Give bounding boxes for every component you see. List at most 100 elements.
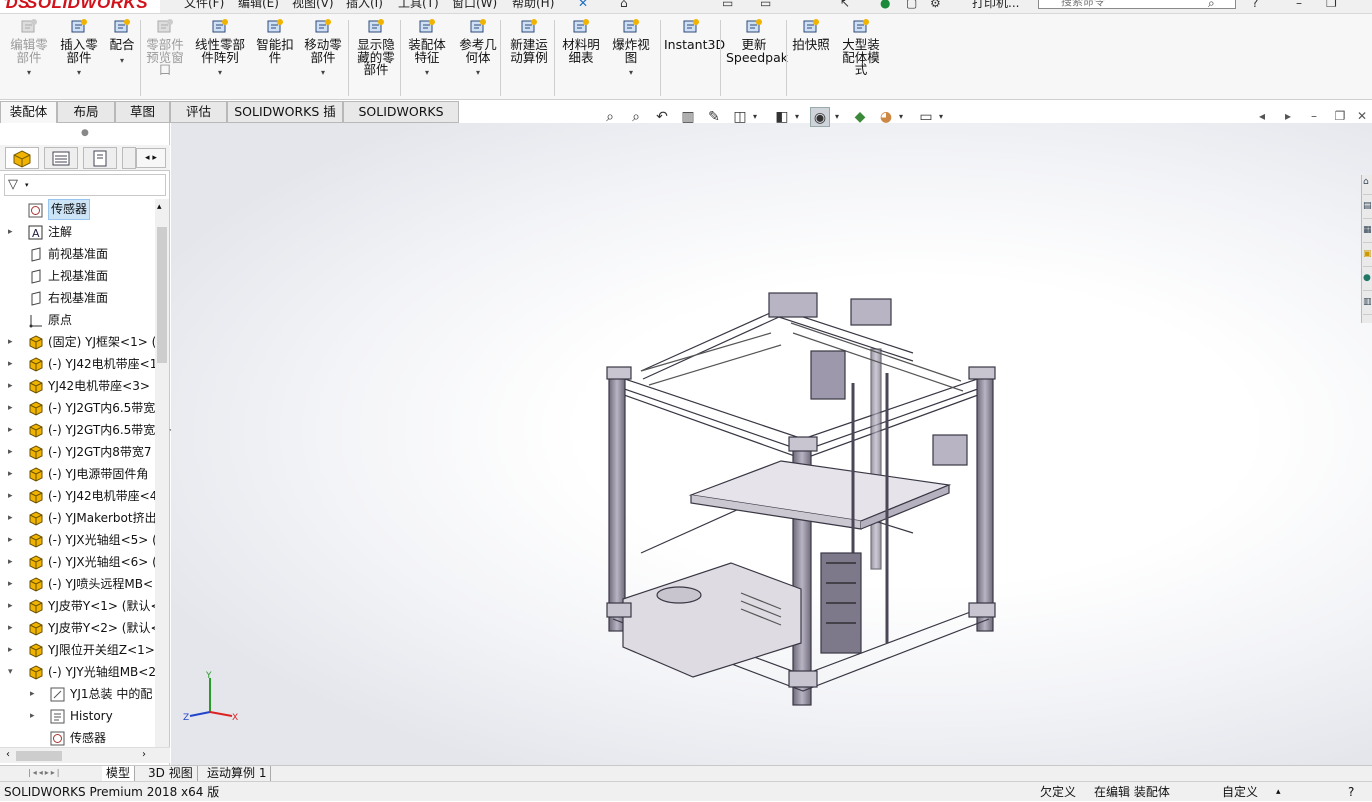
expand-toggle-icon[interactable]: ▸ <box>8 463 16 485</box>
pin-icon[interactable]: ✕ <box>578 0 588 10</box>
scroll-right-icon[interactable]: › <box>142 749 146 760</box>
tree-item[interactable]: ▸ YJ限位开关组Z<1> <box>0 639 156 661</box>
tab-sketch[interactable]: 草图 <box>115 101 170 123</box>
view-orientation-icon[interactable]: ◫ <box>730 107 750 127</box>
tree-item[interactable]: 右视基准面 <box>0 287 156 309</box>
tab-solidworks-mbd[interactable]: SOLIDWORKS MBD <box>343 101 459 139</box>
view-palette-icon[interactable]: ▣ <box>1363 249 1372 267</box>
tab-scroll-arrows[interactable]: ◂ ▸ <box>136 148 166 168</box>
expand-toggle-icon[interactable]: ▸ <box>8 595 16 617</box>
display-style-dropdown-icon[interactable]: ▾ <box>792 107 802 127</box>
tree-item[interactable]: ▸ (-) YJ电源带固件角 <box>0 463 156 485</box>
custom-properties-icon[interactable]: ▥ <box>1363 297 1372 315</box>
dynamic-annotation-icon[interactable]: ✎ <box>704 107 724 127</box>
ribbon-button-exploded-view[interactable]: 爆炸视 图 ▾ <box>608 18 654 80</box>
expand-toggle-icon[interactable]: ▸ <box>8 551 16 573</box>
chevron-down-icon[interactable]: ▾ <box>608 67 654 80</box>
search-commands-input[interactable]: 搜索命令 <box>1038 0 1236 9</box>
viewport-minimize-icon[interactable]: – <box>1306 108 1322 124</box>
ribbon-button-instant3d[interactable]: Instant3D <box>664 18 725 52</box>
help-status-icon[interactable]: ? <box>1348 782 1354 802</box>
design-library-icon[interactable]: ▤ <box>1363 201 1372 219</box>
expand-toggle-icon[interactable]: ▸ <box>8 221 16 243</box>
menu-insert[interactable]: 插入(I) <box>346 0 383 11</box>
tree-vertical-scrollbar[interactable]: ▴ <box>155 199 169 753</box>
expand-toggle-icon[interactable]: ▸ <box>8 441 16 463</box>
tree-item[interactable]: 传感器 <box>0 199 156 221</box>
menu-edit[interactable]: 编辑(E) <box>238 0 279 11</box>
tree-item[interactable]: ▸ (-) YJMakerbot挤出 <box>0 507 156 529</box>
zoom-to-fit-icon[interactable]: ⌕ <box>600 107 620 127</box>
ribbon-button-linear-pattern[interactable]: 线性零部 件阵列 ▾ <box>190 18 250 80</box>
tree-item[interactable]: ▸ (-) YJ2GT内8带宽7 <box>0 441 156 463</box>
expand-toggle-icon[interactable]: ▾ <box>8 661 16 683</box>
scroll-left-icon[interactable]: ‹ <box>6 749 10 760</box>
chevron-down-icon[interactable]: ▾ <box>454 67 502 80</box>
previous-view-icon[interactable]: ↶ <box>652 107 672 127</box>
ribbon-button-insert-component[interactable]: 插入零 部件 ▾ <box>56 18 102 80</box>
ribbon-button-show-hidden[interactable]: 显示隐 藏的零 部件 <box>354 18 398 77</box>
expand-toggle-icon[interactable]: ▸ <box>8 573 16 595</box>
chevron-down-icon[interactable]: ▾ <box>56 67 102 80</box>
ribbon-button-reference-geometry[interactable]: 参考几 何体 ▾ <box>454 18 502 80</box>
restore-icon[interactable]: ❐ <box>1326 0 1337 10</box>
tree-item[interactable]: ▾ (-) YJY光轴组MB<2 <box>0 661 156 683</box>
scroll-up-icon[interactable]: ▴ <box>157 202 162 212</box>
filter-funnel-icon[interactable]: ▽ <box>8 177 18 192</box>
units-dropdown-icon[interactable]: ▴ <box>1276 782 1281 802</box>
help-icon[interactable]: ? <box>1252 0 1258 10</box>
viewport-left-arrow-icon[interactable]: ◂ <box>1254 108 1270 124</box>
expand-toggle-icon[interactable]: ▸ <box>8 485 16 507</box>
ribbon-button-edit-component[interactable]: 编辑零 部件 ▾ <box>6 18 52 80</box>
ribbon-button-mate[interactable]: 配合 ▾ <box>106 18 138 67</box>
chevron-down-icon[interactable]: ▾ <box>106 55 138 68</box>
tree-item[interactable]: ▸ YJ皮带Y<1> (默认< <box>0 595 156 617</box>
tree-item[interactable]: 原点 <box>0 309 156 331</box>
graphics-area[interactable] <box>171 123 1372 765</box>
ribbon-button-move-component[interactable]: 移动零 部件 ▾ <box>300 18 346 80</box>
hide-show-dropdown-icon[interactable]: ▾ <box>832 107 842 127</box>
ribbon-button-update-speedpak[interactable]: 更新 Speedpak <box>726 18 788 64</box>
home-icon[interactable]: ⌂ <box>620 0 628 10</box>
ribbon-button-component-preview[interactable]: 零部件 预览窗 口 <box>142 18 188 77</box>
feature-manager-tab[interactable] <box>5 147 39 169</box>
expand-toggle-icon[interactable]: ▸ <box>8 529 16 551</box>
expand-toggle-icon[interactable]: ▸ <box>8 639 16 661</box>
ribbon-button-snapshot[interactable]: 拍快照 <box>790 18 832 52</box>
file-properties-icon[interactable]: ▢ <box>906 0 917 10</box>
viewport-restore-icon[interactable]: ❐ <box>1332 108 1348 124</box>
ribbon-button-smart-fasteners[interactable]: 智能扣 件 <box>252 18 298 64</box>
solidworks-logo[interactable]: ƊSSOLIDWORKS <box>0 0 160 13</box>
tab-model[interactable]: 模型 <box>102 766 136 782</box>
tree-horizontal-scrollbar[interactable]: ‹ › <box>0 747 170 763</box>
menu-file[interactable]: 文件(F) <box>184 0 224 11</box>
tree-item[interactable]: ▸ YJ42电机带座<3> <box>0 375 156 397</box>
configuration-manager-tab[interactable] <box>83 147 117 169</box>
expand-toggle-icon[interactable]: ▸ <box>8 617 16 639</box>
ribbon-button-bill-of-materials[interactable]: 材料明 细表 <box>558 18 604 64</box>
chevron-down-icon[interactable]: ▾ <box>6 67 52 80</box>
file-explorer-icon[interactable]: ▦ <box>1363 225 1372 243</box>
expand-toggle-icon[interactable]: ▸ <box>8 397 16 419</box>
tree-item[interactable]: ▸ History <box>0 705 156 727</box>
view-settings-dropdown-icon[interactable]: ▾ <box>936 107 946 127</box>
hscroll-thumb[interactable] <box>16 751 62 761</box>
tree-item[interactable]: ▸ (-) YJ42电机带座<1 <box>0 353 156 375</box>
chevron-down-icon[interactable]: ▾ <box>404 67 450 80</box>
status-units[interactable]: 自定义 <box>1222 782 1258 802</box>
ribbon-button-large-assembly-mode[interactable]: 大型装 配体模 式 <box>838 18 884 77</box>
filter-dropdown-icon[interactable]: ▾ <box>25 181 29 189</box>
apply-scene-icon[interactable]: ◕ <box>876 107 896 127</box>
tree-item[interactable]: 传感器 <box>0 727 156 749</box>
expand-toggle-icon[interactable]: ▸ <box>8 375 16 397</box>
section-view-icon[interactable]: ▥ <box>678 107 698 127</box>
tab-assembly[interactable]: 装配体 <box>0 101 57 123</box>
expand-toggle-icon[interactable]: ▸ <box>8 419 16 441</box>
tab-evaluate[interactable]: 评估 <box>170 101 227 123</box>
solidworks-resources-icon[interactable]: ⌂ <box>1363 177 1372 195</box>
menu-tools[interactable]: 工具(T) <box>398 0 439 11</box>
viewport-right-arrow-icon[interactable]: ▸ <box>1280 108 1296 124</box>
ribbon-button-new-motion-study[interactable]: 新建运 动算例 <box>506 18 552 64</box>
expand-toggle-icon[interactable]: ▸ <box>8 507 16 529</box>
tree-item[interactable]: 上视基准面 <box>0 265 156 287</box>
